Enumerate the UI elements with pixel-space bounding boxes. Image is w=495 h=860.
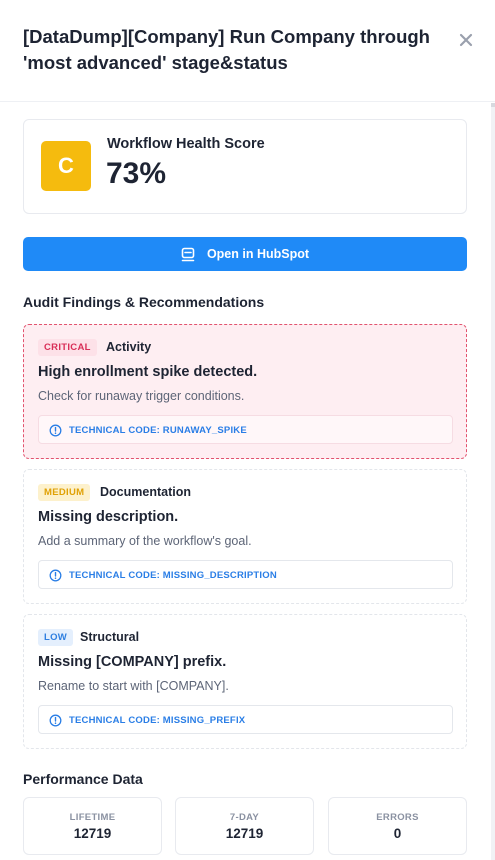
technical-code: TECHNICAL CODE: MISSING_PREFIX [69,715,246,726]
stat-value: 12719 [225,826,264,841]
finding-category: Structural [80,630,140,644]
stat-label: LIFETIME [69,812,116,823]
technical-code-box: TECHNICAL CODE: RUNAWAY_SPIKE [38,415,453,444]
technical-code-box: TECHNICAL CODE: MISSING_PREFIX [38,705,453,734]
close-button[interactable] [456,30,476,50]
finding-title: Missing description. [38,509,179,525]
health-score-card: C Workflow Health Score 73% [23,119,467,214]
finding-description: Check for runaway trigger conditions. [38,389,245,403]
finding-card-critical: CRITICAL Activity High enrollment spike … [23,324,467,459]
finding-description: Rename to start with [COMPANY]. [38,679,229,693]
stat-label: 7-DAY [229,812,260,823]
health-score-value: 73% [106,157,167,190]
workflow-title: [DataDump][Company] Run Company through … [23,24,443,76]
finding-category: Documentation [100,485,191,499]
scrollbar-thumb[interactable] [491,103,495,107]
finding-title: Missing [COMPANY] prefix. [38,654,227,670]
info-icon [49,714,62,727]
close-icon [459,33,473,47]
performance-section-title: Performance Data [23,771,143,787]
info-icon [49,569,62,582]
technical-code-box: TECHNICAL CODE: MISSING_DESCRIPTION [38,560,453,589]
finding-card-medium: MEDIUM Documentation Missing description… [23,469,467,604]
open-in-hubspot-button[interactable]: Open in HubSpot [23,237,467,271]
stat-errors: ERRORS 0 [328,797,467,855]
finding-card-low: LOW Structural Missing [COMPANY] prefix.… [23,614,467,749]
stat-7-day: 7-DAY 12719 [175,797,314,855]
workflow-title-line-1: [DataDump][Company] Run Company through [23,26,430,47]
technical-code: TECHNICAL CODE: RUNAWAY_SPIKE [69,425,247,436]
panel-header: [DataDump][Company] Run Company through … [0,0,495,102]
external-app-icon [181,247,195,261]
stat-value: 12719 [73,826,112,841]
scrollbar[interactable] [491,103,495,860]
health-grade-badge: C [41,141,91,191]
audit-section-title: Audit Findings & Recommendations [23,294,265,310]
stat-value: 0 [393,826,402,841]
technical-code: TECHNICAL CODE: MISSING_DESCRIPTION [69,570,277,581]
health-score-label: Workflow Health Score [107,136,265,152]
workflow-title-line-2: 'most advanced' stage&status [23,52,288,73]
finding-description: Add a summary of the workflow's goal. [38,534,252,548]
severity-badge: LOW [38,629,74,646]
open-in-hubspot-label: Open in HubSpot [206,247,310,261]
stat-label: ERRORS [376,812,419,823]
finding-category: Activity [106,340,152,354]
finding-title: High enrollment spike detected. [38,364,258,380]
severity-badge: MEDIUM [38,484,91,501]
stat-lifetime: LIFETIME 12719 [23,797,162,855]
info-icon [49,424,62,437]
severity-badge: CRITICAL [38,339,97,356]
